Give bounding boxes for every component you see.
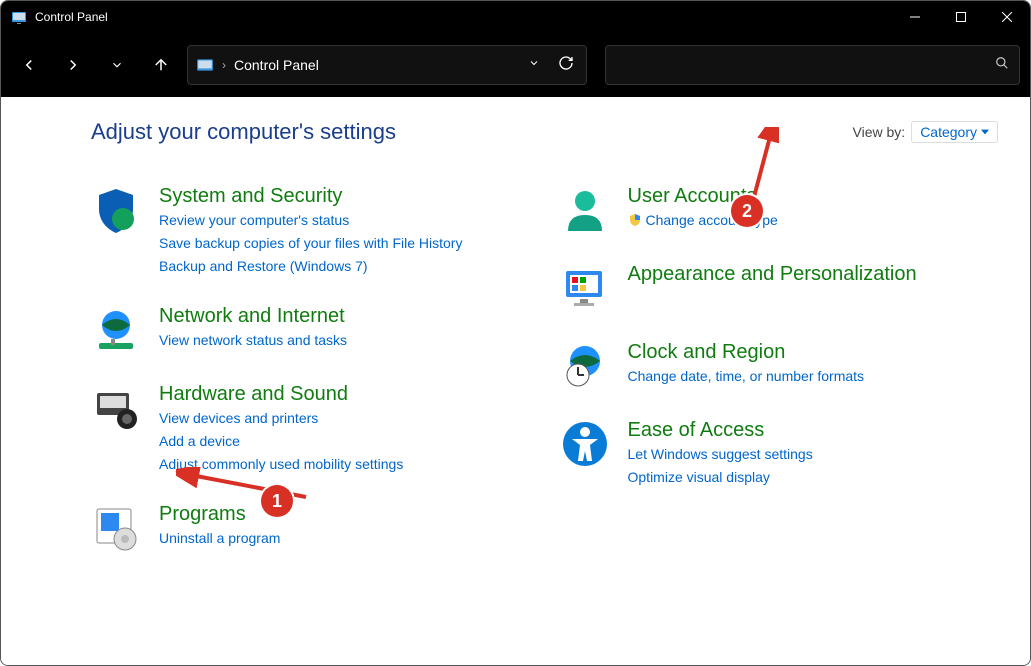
uac-shield-icon [628, 212, 642, 233]
system-security-icon [91, 185, 141, 235]
search-box[interactable] [605, 45, 1020, 85]
category-link[interactable]: Add a device [159, 431, 403, 452]
toolbar: › Control Panel [1, 33, 1030, 97]
page-heading: Adjust your computer's settings [91, 119, 396, 145]
view-by-control: View by: Category [853, 121, 998, 143]
clock-region-icon [560, 341, 610, 391]
category-system-security: System and Security Review your computer… [91, 185, 530, 277]
user-accounts-icon [560, 185, 610, 235]
category-link[interactable]: Let Windows suggest settings [628, 444, 813, 465]
category-link[interactable]: Uninstall a program [159, 528, 280, 549]
category-title[interactable]: User Accounts [628, 185, 778, 208]
category-hardware-sound: Hardware and Sound View devices and prin… [91, 383, 530, 475]
breadcrumb-chevron-icon: › [222, 58, 226, 72]
control-panel-icon [11, 9, 27, 25]
category-columns: System and Security Review your computer… [91, 185, 998, 553]
titlebar: Control Panel [1, 1, 1030, 33]
view-by-label: View by: [853, 124, 906, 140]
content-header: Adjust your computer's settings View by:… [91, 119, 998, 145]
close-button[interactable] [984, 1, 1030, 33]
category-appearance-personalization: Appearance and Personalization [560, 263, 999, 313]
address-path: Control Panel [234, 57, 514, 73]
view-by-value: Category [920, 124, 977, 140]
category-title[interactable]: Ease of Access [628, 419, 813, 442]
category-link[interactable]: View network status and tasks [159, 330, 347, 351]
category-clock-region: Clock and Region Change date, time, or n… [560, 341, 999, 391]
control-panel-window: Control Panel › Control Panel Adjust you… [0, 0, 1031, 666]
category-link[interactable]: Change account type [628, 210, 778, 233]
programs-icon [91, 503, 141, 553]
view-by-dropdown[interactable]: Category [911, 121, 998, 143]
category-link[interactable]: Change date, time, or number formats [628, 366, 865, 387]
category-title[interactable]: Programs [159, 503, 280, 526]
window-title: Control Panel [35, 10, 108, 24]
content-area: Adjust your computer's settings View by:… [1, 97, 1030, 665]
network-internet-icon [91, 305, 141, 355]
maximize-button[interactable] [938, 1, 984, 33]
minimize-button[interactable] [892, 1, 938, 33]
forward-button[interactable] [55, 47, 91, 83]
category-user-accounts: User Accounts Change account type [560, 185, 999, 235]
category-link[interactable]: Optimize visual display [628, 467, 813, 488]
category-link[interactable]: Backup and Restore (Windows 7) [159, 256, 462, 277]
address-dropdown-button[interactable] [522, 56, 546, 74]
category-link[interactable]: Review your computer's status [159, 210, 462, 231]
category-programs: Programs Uninstall a program [91, 503, 530, 553]
appearance-icon [560, 263, 610, 313]
ease-of-access-icon [560, 419, 610, 469]
category-title[interactable]: System and Security [159, 185, 462, 208]
back-button[interactable] [11, 47, 47, 83]
category-link[interactable]: Adjust commonly used mobility settings [159, 454, 403, 475]
category-network-internet: Network and Internet View network status… [91, 305, 530, 355]
category-title[interactable]: Clock and Region [628, 341, 865, 364]
category-title[interactable]: Hardware and Sound [159, 383, 403, 406]
chevron-down-icon [981, 128, 989, 136]
category-link[interactable]: View devices and printers [159, 408, 403, 429]
category-title[interactable]: Appearance and Personalization [628, 263, 917, 286]
refresh-button[interactable] [554, 55, 578, 76]
hardware-sound-icon [91, 383, 141, 433]
up-button[interactable] [143, 47, 179, 83]
search-icon [995, 56, 1009, 75]
address-bar[interactable]: › Control Panel [187, 45, 587, 85]
address-control-panel-icon [196, 56, 214, 74]
left-column: System and Security Review your computer… [91, 185, 530, 553]
category-ease-of-access: Ease of Access Let Windows suggest setti… [560, 419, 999, 488]
category-link[interactable]: Save backup copies of your files with Fi… [159, 233, 462, 254]
recent-dropdown-button[interactable] [99, 47, 135, 83]
right-column: User Accounts Change account type Appear… [560, 185, 999, 553]
category-title[interactable]: Network and Internet [159, 305, 347, 328]
